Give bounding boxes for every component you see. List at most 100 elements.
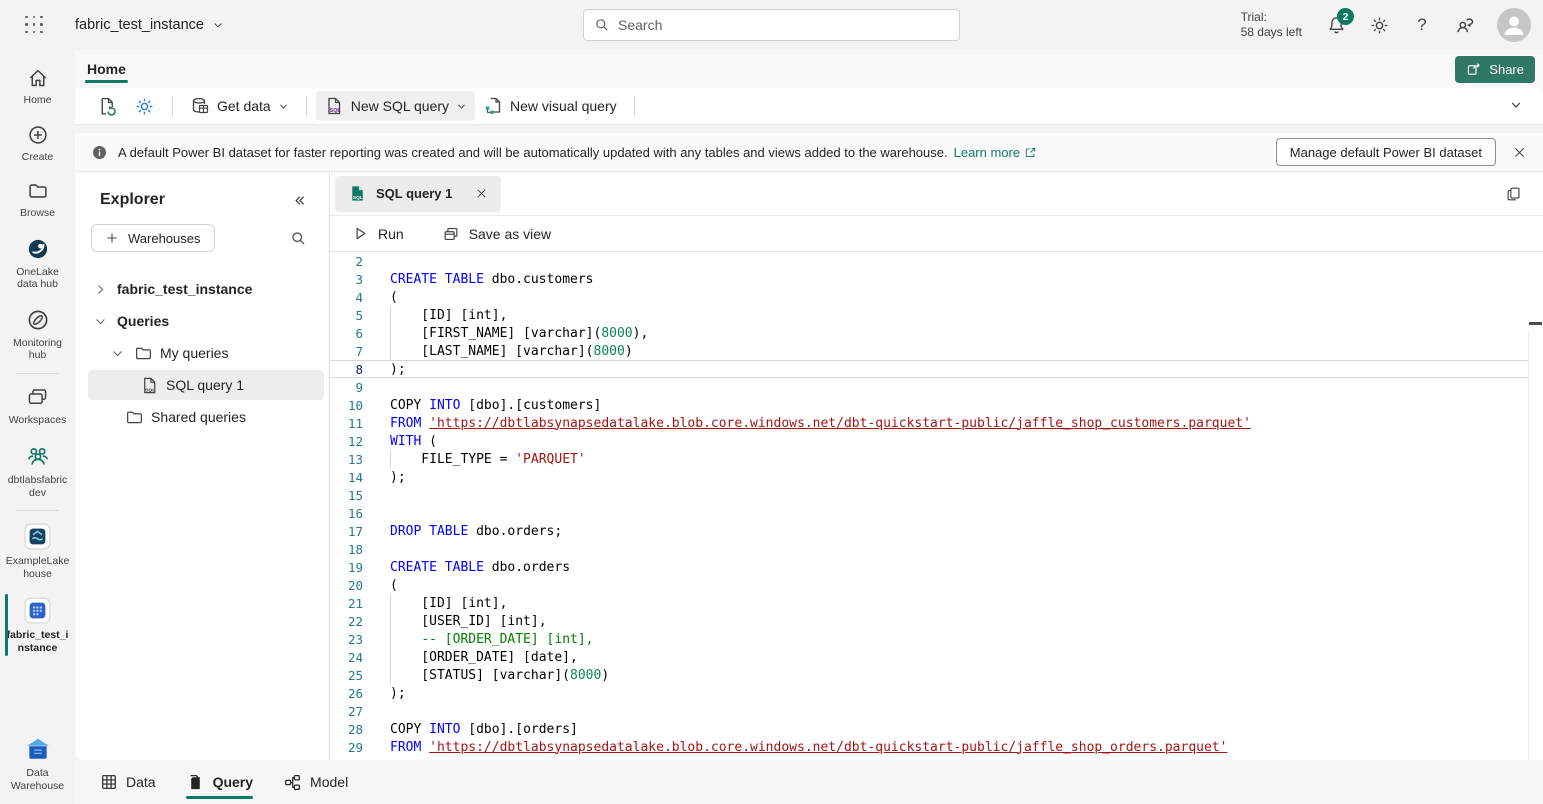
rail-item-dbtlabsfabricdev[interactable]: dbtlabsfabricdev <box>0 434 75 507</box>
code-line-18[interactable]: 18 <box>330 540 1528 558</box>
view-tab-label: Data <box>126 774 156 790</box>
line-number: 6 <box>330 326 363 341</box>
tab-close-icon[interactable] <box>475 187 488 200</box>
rail-item-data-warehouse[interactable]: Data Warehouse <box>0 727 75 800</box>
code-line-19[interactable]: 19CREATE TABLE dbo.orders <box>330 558 1528 576</box>
ribbon-collapse-chevron[interactable] <box>1509 98 1523 112</box>
tab-home[interactable]: Home <box>83 50 130 88</box>
tree-node-my-queries[interactable]: My queries <box>75 337 329 369</box>
tree-node-queries[interactable]: Queries <box>75 305 329 337</box>
code-line-29[interactable]: 29FROM 'https://dbtlabsynapsedatalake.bl… <box>330 738 1528 756</box>
rail-item-create[interactable]: Create <box>0 115 75 172</box>
tab-sql-query-1[interactable]: SQL SQL query 1 <box>335 176 501 212</box>
line-number: 21 <box>330 596 363 611</box>
code-line-10[interactable]: 10COPY INTO [dbo].[customers] <box>330 396 1528 414</box>
code-line-26[interactable]: 26); <box>330 684 1528 702</box>
share-button[interactable]: Share <box>1455 56 1535 83</box>
tree-node-sql-query-1[interactable]: SQL SQL query 1 <box>75 369 329 401</box>
code-line-12[interactable]: 12WITH ( <box>330 432 1528 450</box>
global-search[interactable] <box>583 9 960 41</box>
code-line-8[interactable]: 8); <box>330 360 1528 378</box>
manage-dataset-button[interactable]: Manage default Power BI dataset <box>1276 138 1496 166</box>
rail-item-examplelakehouse[interactable]: ExampleLakehouse <box>0 514 75 588</box>
feedback-button[interactable] <box>1454 14 1476 36</box>
code-line-11[interactable]: 11FROM 'https://dbtlabsynapsedatalake.bl… <box>330 414 1528 432</box>
rail-item-workspaces[interactable]: Workspaces <box>0 377 75 435</box>
view-tab-model[interactable]: Model <box>283 760 348 804</box>
help-button[interactable]: ? <box>1411 14 1433 36</box>
search-input[interactable] <box>618 17 949 33</box>
gear-icon <box>1369 15 1390 36</box>
code-line-4[interactable]: 4( <box>330 288 1528 306</box>
banner-close-icon[interactable] <box>1512 145 1527 160</box>
collapse-explorer-icon[interactable] <box>292 193 307 208</box>
code-line-22[interactable]: 22 [USER_ID] [int], <box>330 612 1528 630</box>
fabric-app: fabric_test_instance Trial: 58 days left… <box>0 0 1543 804</box>
code-line-21[interactable]: 21 [ID] [int], <box>330 594 1528 612</box>
scrollbar-mark <box>1529 322 1542 325</box>
code-line-28[interactable]: 28COPY INTO [dbo].[orders] <box>330 720 1528 738</box>
play-icon <box>352 225 369 242</box>
code-line-9[interactable]: 9 <box>330 378 1528 396</box>
view-tab-query[interactable]: Query <box>186 760 253 804</box>
code-line-17[interactable]: 17DROP TABLE dbo.orders; <box>330 522 1528 540</box>
avatar[interactable] <box>1497 8 1531 42</box>
editor-scrollbar[interactable] <box>1528 332 1543 760</box>
code-line-14[interactable]: 14); <box>330 468 1528 486</box>
query-action-bar: Run Save as view <box>330 216 1543 252</box>
code-line-7[interactable]: 7 [LAST_NAME] [varchar](8000) <box>330 342 1528 360</box>
line-number: 5 <box>330 308 363 323</box>
save-as-view-button[interactable]: Save as view <box>442 225 551 243</box>
indent-guide <box>390 594 391 612</box>
code-text: FROM 'https://dbtlabsynapsedatalake.blob… <box>390 740 1227 755</box>
sql-code-area[interactable]: 23CREATE TABLE dbo.customers4(5 [ID] [in… <box>330 252 1543 760</box>
tool-settings-button[interactable] <box>126 91 163 122</box>
run-button[interactable]: Run <box>352 225 404 242</box>
rail-item-label: ExampleLakehouse <box>6 555 70 580</box>
code-line-27[interactable]: 27 <box>330 702 1528 720</box>
database-icon <box>190 96 210 116</box>
code-line-16[interactable]: 16 <box>330 504 1528 522</box>
code-text: WITH ( <box>390 434 437 449</box>
rail-item-fabric-test-instance[interactable]: fabric_test_instance <box>0 588 75 662</box>
new-visual-query-button[interactable]: New visual query <box>475 91 625 121</box>
create-icon <box>27 124 49 146</box>
code-line-2[interactable]: 2 <box>330 252 1528 270</box>
code-line-15[interactable]: 15 <box>330 486 1528 504</box>
code-line-3[interactable]: 3CREATE TABLE dbo.customers <box>330 270 1528 288</box>
rail-item-browse[interactable]: Browse <box>0 171 75 228</box>
tree-node-shared-queries[interactable]: Shared queries <box>75 401 329 433</box>
notifications-button[interactable]: 2 <box>1325 14 1347 36</box>
code-line-6[interactable]: 6 [FIRST_NAME] [varchar](8000), <box>330 324 1528 342</box>
svg-text:SQL: SQL <box>145 387 155 393</box>
add-warehouse-button[interactable]: Warehouses <box>91 224 215 252</box>
rail-item-home[interactable]: Home <box>0 58 75 115</box>
code-line-24[interactable]: 24 [ORDER_DATE] [date], <box>330 648 1528 666</box>
tree-node-label: fabric_test_instance <box>117 281 252 297</box>
refresh-button[interactable] <box>89 91 126 122</box>
code-text: [FIRST_NAME] [varchar](8000), <box>390 326 648 341</box>
get-data-button[interactable]: Get data <box>182 91 297 121</box>
info-icon <box>91 144 108 161</box>
explorer-search-icon[interactable] <box>290 230 307 247</box>
code-text: COPY INTO [dbo].[orders] <box>390 722 578 737</box>
workspace-switcher[interactable]: fabric_test_instance <box>75 17 224 33</box>
code-line-20[interactable]: 20( <box>330 576 1528 594</box>
learn-more-link[interactable]: Learn more <box>954 145 1037 160</box>
view-tab-data[interactable]: Data <box>100 760 156 804</box>
tree-node-fabric-test-instance[interactable]: fabric_test_instance <box>75 273 329 305</box>
code-line-5[interactable]: 5 [ID] [int], <box>330 306 1528 324</box>
rail-item-onelake-data-hub[interactable]: OneLake data hub <box>0 228 75 299</box>
code-line-23[interactable]: 23 -- [ORDER_DATE] [int], <box>330 630 1528 648</box>
left-rail: Home Create Browse OneLake data hub Moni… <box>0 50 75 804</box>
dataset-info-banner: A default Power BI dataset for faster re… <box>75 133 1543 172</box>
app-launcher-icon[interactable] <box>25 16 44 35</box>
code-text: [STATUS] [varchar](8000) <box>390 668 609 683</box>
new-sql-query-button[interactable]: SQL New SQL query <box>316 91 475 121</box>
line-number: 9 <box>330 380 363 395</box>
code-line-25[interactable]: 25 [STATUS] [varchar](8000) <box>330 666 1528 684</box>
code-line-13[interactable]: 13 FILE_TYPE = 'PARQUET' <box>330 450 1528 468</box>
copy-icon[interactable] <box>1505 185 1523 203</box>
settings-button[interactable] <box>1368 14 1390 36</box>
rail-item-monitoring-hub[interactable]: Monitoring hub <box>0 299 75 370</box>
